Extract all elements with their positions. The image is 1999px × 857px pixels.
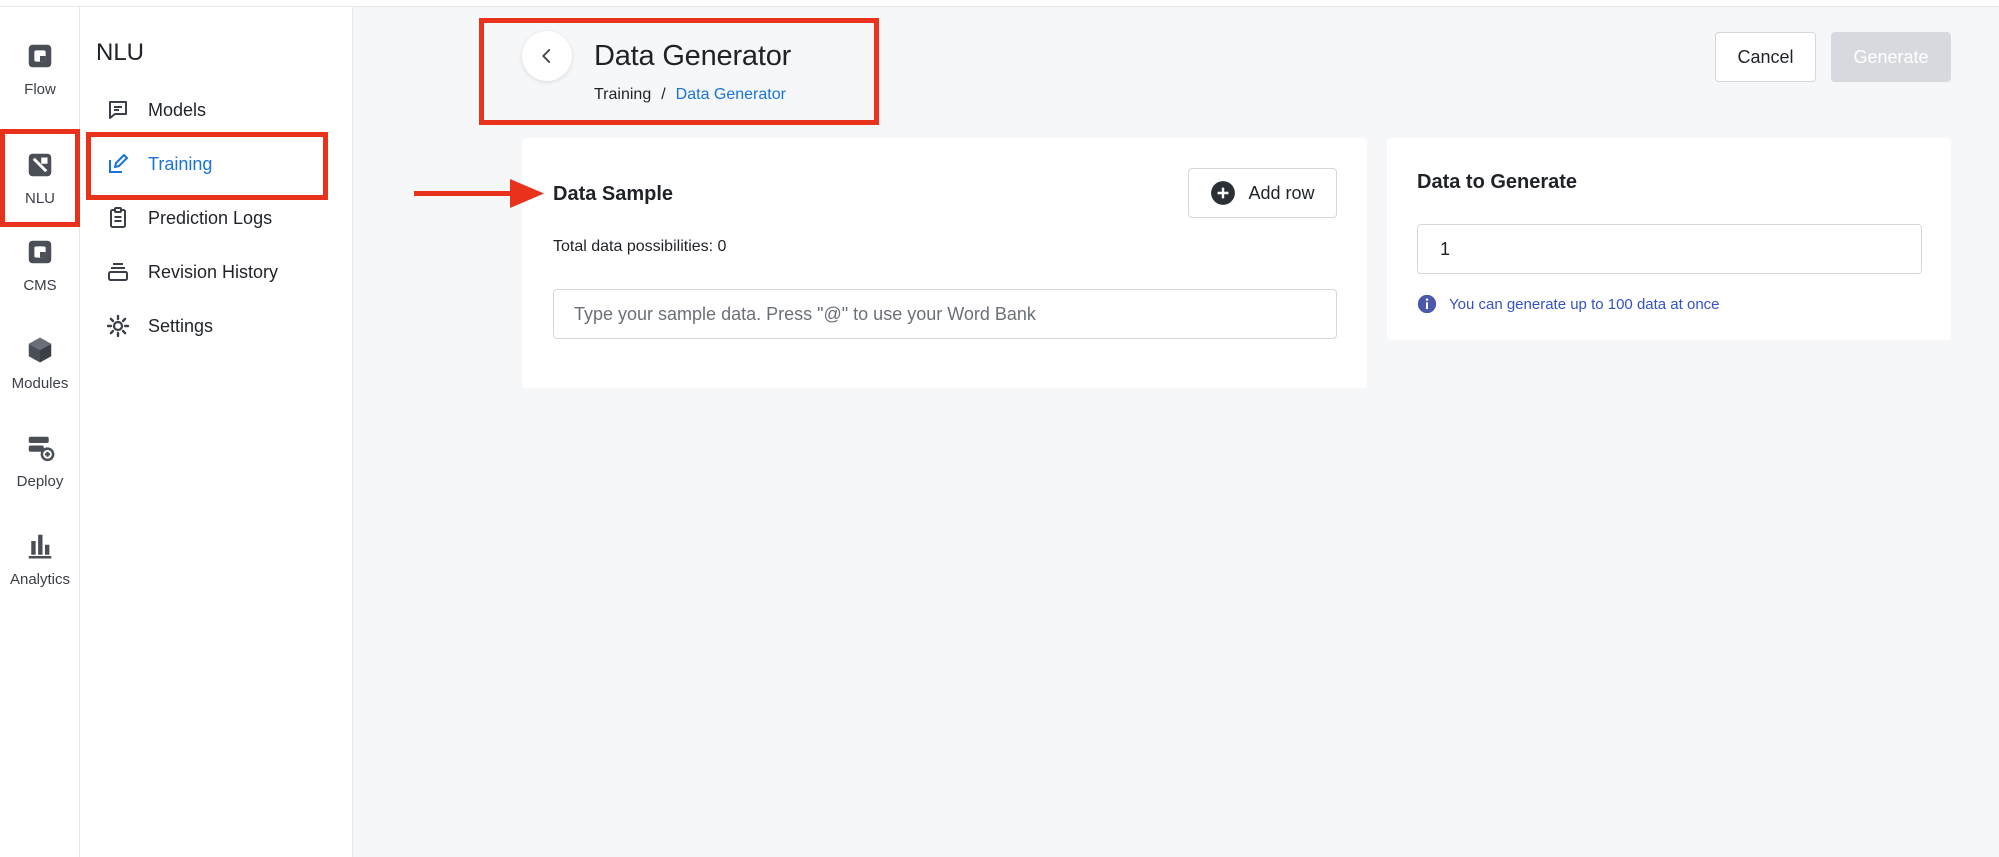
generate-hint: You can generate up to 100 data at once [1417,294,1720,314]
nlu-subnav: NLU Models Training Prediction Logs Revi… [80,7,353,857]
edit-icon [109,154,128,173]
chat-icon [109,101,127,119]
generate-hint-text: You can generate up to 100 data at once [1449,295,1720,313]
modules-icon [28,337,52,362]
total-possibilities: Total data possibilities: 0 [553,238,727,255]
subnav-item-label: Revision History [148,261,279,282]
annotation-arrow [414,179,544,208]
breadcrumb-current: Data Generator [675,86,786,103]
generate-count-input[interactable] [1417,224,1922,274]
subnav-item-label: Prediction Logs [148,207,273,228]
plus-circle-icon [1211,181,1236,205]
cancel-button[interactable]: Cancel [1715,32,1816,82]
subnav-item-settings[interactable]: Settings [80,303,353,349]
gear-icon [106,314,130,338]
chevron-left-icon [542,49,551,63]
subnav-item-label: Training [148,153,213,174]
rail-label: NLU [24,189,55,207]
breadcrumb-parent[interactable]: Training [594,86,651,104]
rail-label: Deploy [16,472,64,490]
back-button[interactable] [522,31,572,81]
sample-data-input[interactable] [553,289,1337,339]
rail-item-cms[interactable]: CMS [0,223,80,307]
data-to-generate-card: Data to Generate You can generate up to … [1387,138,1951,340]
rail-item-deploy[interactable]: Deploy [0,419,80,503]
nlu-icon [28,153,52,176]
rail-item-nlu[interactable]: NLU [0,129,80,227]
clipboard-icon [110,207,126,228]
data-to-generate-title: Data to Generate [1417,171,1578,193]
rail-item-modules[interactable]: Modules [0,321,80,405]
top-border [0,0,1999,7]
breadcrumb: Training / Data Generator [594,86,786,104]
rail-item-flow[interactable]: Flow [0,27,80,111]
info-icon [1417,294,1437,314]
subnav-item-revision-history[interactable]: Revision History [80,249,353,295]
rail-label: CMS [23,276,57,294]
subnav-title: NLU [96,39,145,66]
app-rail: Flow NLU CMS Modules Deploy Analytics [0,7,80,857]
generate-button[interactable]: Generate [1831,32,1951,82]
layers-icon [108,263,128,281]
flow-icon [28,44,52,67]
add-row-button[interactable]: Add row [1188,168,1337,218]
rail-label: Flow [24,80,56,98]
rail-label: Analytics [9,570,71,588]
deploy-icon [28,436,55,461]
rail-item-analytics[interactable]: Analytics [0,517,80,601]
page-title: Data Generator [594,40,792,72]
rail-label: Modules [11,374,69,392]
subnav-item-prediction-logs[interactable]: Prediction Logs [80,195,353,241]
cms-icon [28,240,52,263]
analytics-icon [28,534,52,558]
add-row-label: Add row [1248,182,1315,203]
breadcrumb-separator: / [661,86,666,103]
subnav-item-label: Settings [148,315,214,336]
subnav-item-models[interactable]: Models [80,87,353,133]
subnav-item-training[interactable]: Training [80,141,353,187]
data-sample-card: Data Sample Add row Total data possibili… [522,138,1367,388]
data-sample-title: Data Sample [553,183,674,205]
subnav-item-label: Models [148,99,207,120]
